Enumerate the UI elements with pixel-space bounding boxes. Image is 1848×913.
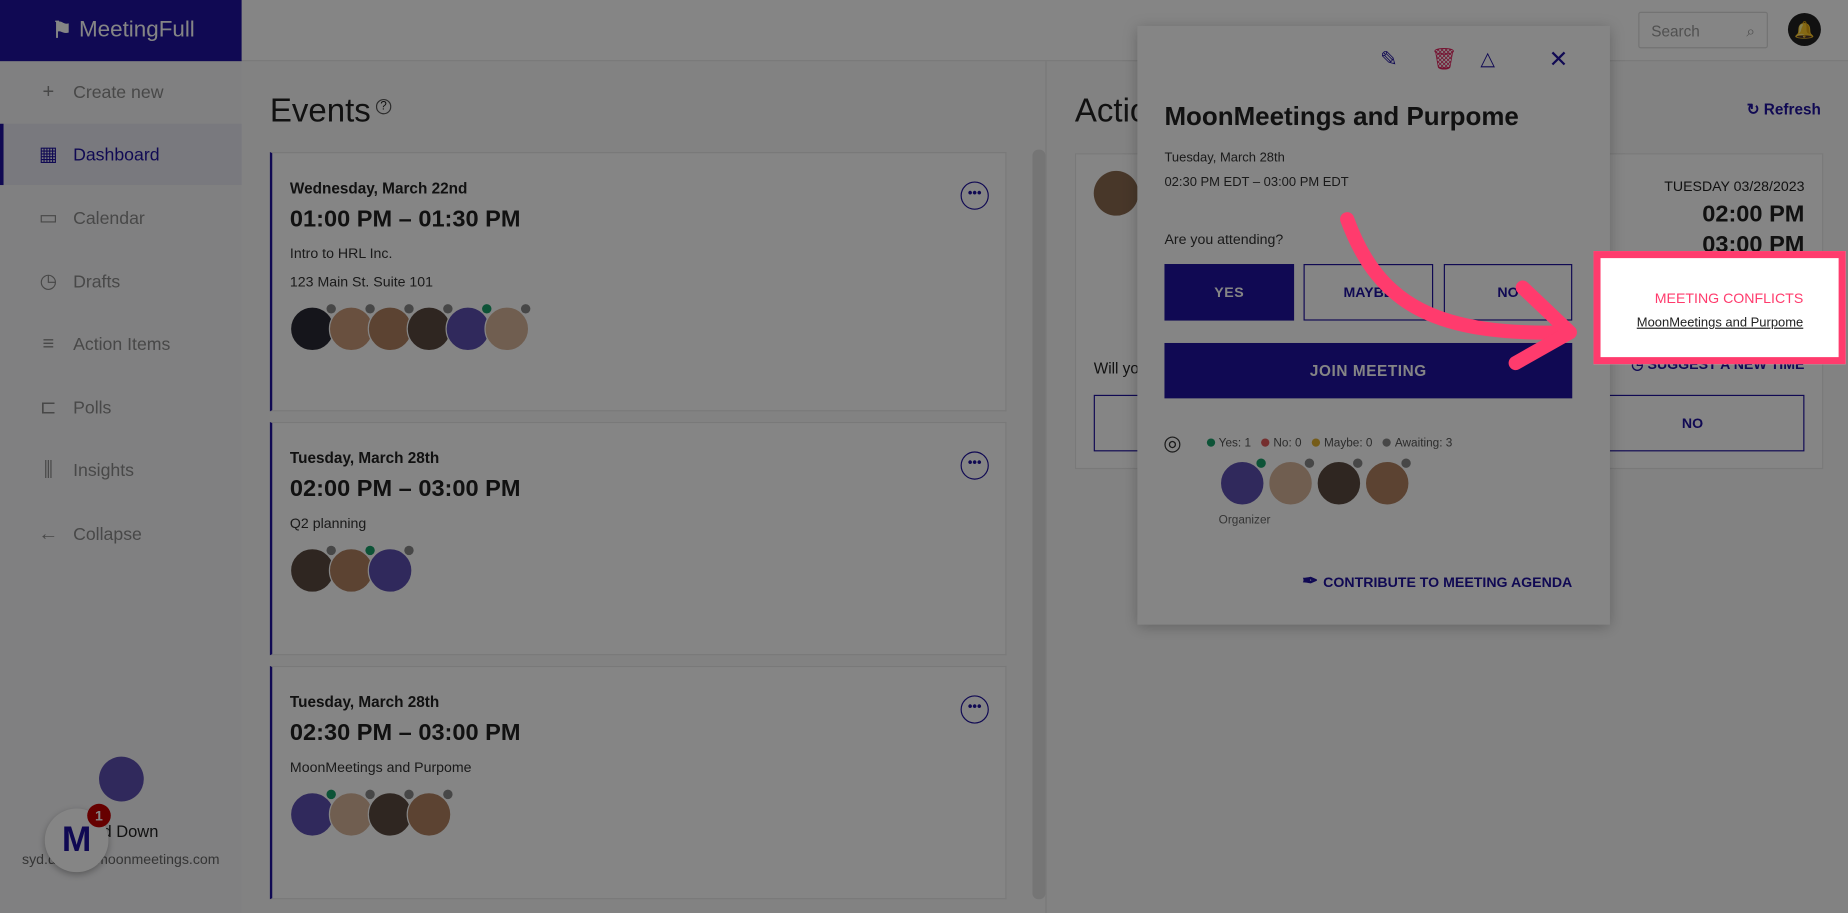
app: ⚑ MeetingFull Search ⌕ 🔔 + Create new ▦ Dashb…	[0, 0, 1848, 913]
pointer-arrow-icon	[1340, 212, 1577, 371]
